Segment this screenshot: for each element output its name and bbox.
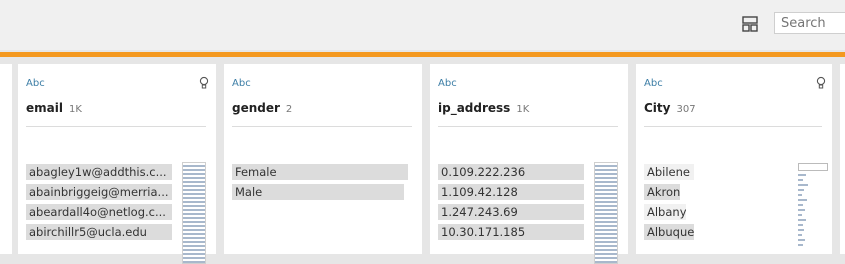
- divider: [438, 126, 618, 127]
- profile-card-ip-address[interactable]: Abc ip_address 1K 0.109.222.236 1.109.42.…: [430, 64, 628, 264]
- value-bar[interactable]: 10.30.171.185: [438, 224, 584, 240]
- layout-toggle-icon[interactable]: [742, 16, 758, 32]
- field-name: ip_address: [438, 101, 511, 115]
- value-bar[interactable]: abainbriggeig@merria...: [26, 184, 172, 200]
- field-title: gender 2: [232, 101, 292, 115]
- lightbulb-icon[interactable]: [199, 76, 209, 90]
- profile-card-partial: [0, 64, 12, 254]
- type-label: Abc: [232, 78, 251, 89]
- type-label: Abc: [26, 78, 45, 89]
- toolbar: [0, 0, 845, 50]
- field-title: City 307: [644, 101, 696, 115]
- search-input[interactable]: [774, 12, 845, 34]
- field-title: ip_address 1K: [438, 101, 529, 115]
- value-bar[interactable]: abagley1w@addthis.c...: [26, 164, 172, 180]
- field-name: City: [644, 101, 671, 115]
- value-bar[interactable]: Akron: [644, 184, 680, 200]
- distinct-count: 2: [285, 104, 293, 115]
- divider: [232, 126, 412, 127]
- value-bar[interactable]: 0.109.222.236: [438, 164, 584, 180]
- distinct-count: 1K: [516, 104, 530, 115]
- divider: [26, 126, 206, 127]
- value-bar[interactable]: 1.247.243.69: [438, 204, 584, 220]
- profile-card-gender[interactable]: Abc gender 2 Female Male: [224, 64, 422, 254]
- profile-card-email[interactable]: Abc email 1K abagley1w@addthis.c... abain…: [18, 64, 216, 264]
- field-name: email: [26, 101, 63, 115]
- profile-card-partial: [840, 64, 845, 254]
- value-bar[interactable]: Male: [232, 184, 404, 200]
- type-label: Abc: [438, 78, 457, 89]
- value-bar[interactable]: Albuquerque: [644, 224, 694, 240]
- value-bar[interactable]: abirchillr5@ucla.edu: [26, 224, 172, 240]
- distribution-strip[interactable]: [798, 162, 828, 262]
- field-title: email 1K: [26, 101, 82, 115]
- lightbulb-icon[interactable]: [816, 76, 826, 90]
- field-name: gender: [232, 101, 280, 115]
- distinct-count: 307: [676, 104, 696, 115]
- value-bar[interactable]: Abilene: [644, 164, 694, 180]
- divider: [644, 126, 822, 127]
- distinct-count: 1K: [68, 104, 82, 115]
- distribution-strip[interactable]: [594, 162, 618, 264]
- value-bar[interactable]: Albany: [644, 204, 686, 220]
- type-label: Abc: [644, 78, 663, 89]
- profile-card-city[interactable]: Abc City 307 Abilene Akron Albany Albuque…: [636, 64, 832, 254]
- distribution-strip[interactable]: [182, 162, 206, 264]
- value-bar[interactable]: 1.109.42.128: [438, 184, 584, 200]
- value-bar[interactable]: abeardall4o@netlog.c...: [26, 204, 172, 220]
- value-bar[interactable]: Female: [232, 164, 408, 180]
- accent-bar: [0, 52, 845, 57]
